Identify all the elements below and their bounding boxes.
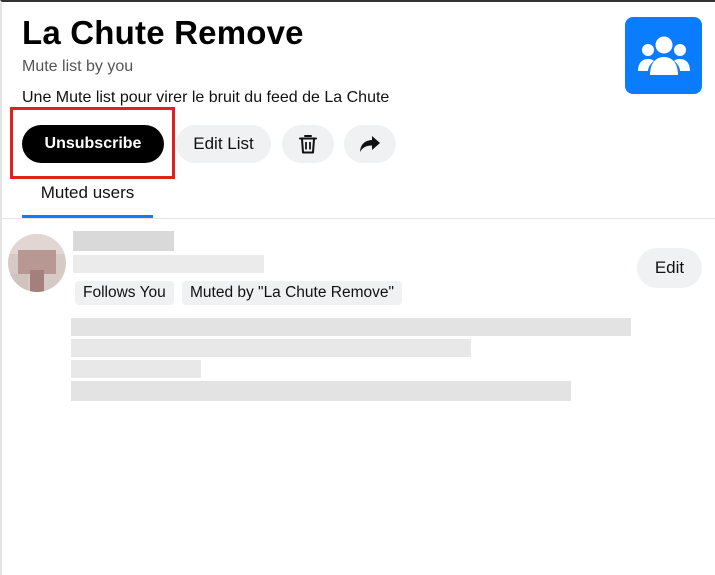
follows-you-badge: Follows You [75, 281, 174, 305]
share-forward-icon [360, 136, 380, 152]
list-title: La Chute Remove [22, 14, 304, 51]
delete-list-button[interactable] [282, 125, 334, 163]
people-group-icon [637, 36, 690, 75]
edit-member-button[interactable]: Edit [637, 248, 702, 288]
member-handle [73, 255, 264, 273]
trash-icon [299, 135, 317, 154]
tab-muted-users[interactable]: Muted users [22, 184, 153, 218]
member-display-name [73, 231, 174, 251]
edit-list-button[interactable]: Edit List [176, 125, 271, 163]
list-description: Une Mute list pour virer le bruit du fee… [22, 89, 390, 106]
list-avatar [625, 17, 702, 94]
tab-divider [2, 218, 715, 219]
unsubscribe-highlight-box [10, 107, 175, 179]
share-list-button[interactable] [344, 125, 396, 163]
muted-by-badge: Muted by "La Chute Remove" [182, 281, 402, 305]
list-subtitle: Mute list by you [22, 58, 134, 75]
avatar[interactable] [8, 234, 66, 292]
